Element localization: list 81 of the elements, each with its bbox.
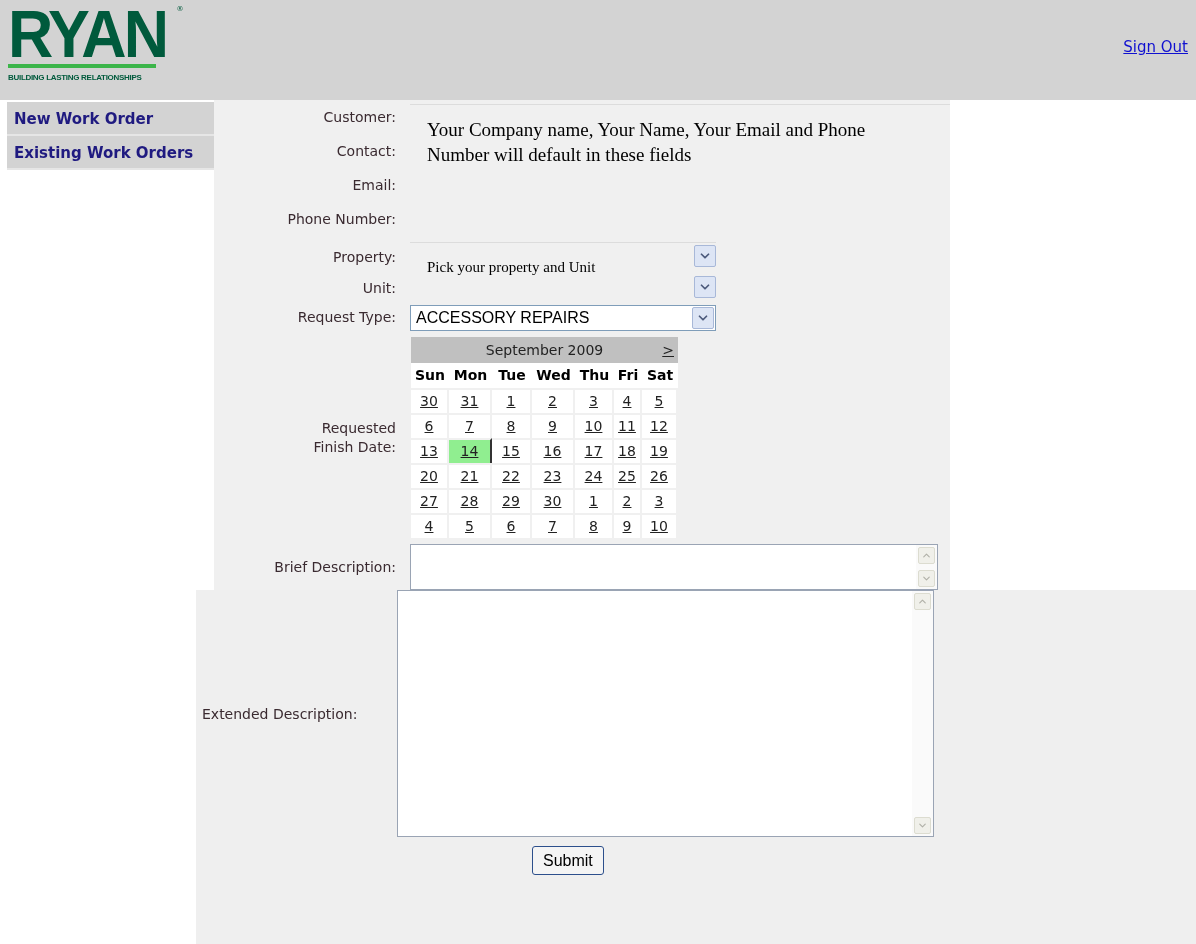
calendar-day[interactable]: 24 (575, 463, 614, 488)
calendar-day[interactable]: 1 (492, 388, 532, 413)
calendar-day[interactable]: 10 (642, 513, 678, 538)
calendar-day[interactable]: 7 (449, 413, 492, 438)
calendar-day[interactable]: 27 (411, 488, 449, 513)
info-note: Your Company name, Your Name, Your Email and Phone Number will default in these fields (427, 118, 867, 167)
brief-description-field[interactable] (410, 544, 938, 590)
field-label: Brief Description: (274, 557, 396, 577)
field-label: Customer: (323, 107, 396, 127)
field-label: Contact: (336, 141, 396, 161)
calendar-day[interactable]: 3 (575, 388, 614, 413)
calendar-day[interactable]: 6 (411, 413, 449, 438)
calendar-day[interactable]: 8 (492, 413, 532, 438)
scroll-down-button[interactable] (914, 817, 931, 834)
extended-description-field[interactable] (397, 590, 934, 837)
calendar-day[interactable]: 4 (411, 513, 449, 538)
calendar-day[interactable]: 11 (614, 413, 642, 438)
calendar-day[interactable]: 30 (532, 488, 575, 513)
field-label: Request Type: (297, 308, 396, 327)
field-label: Unit: (362, 279, 396, 298)
calendar-day[interactable]: 6 (492, 513, 532, 538)
chevron-down-icon (921, 573, 932, 584)
scroll-down-button[interactable] (918, 570, 935, 587)
sign-out-link[interactable]: Sign Out (1123, 36, 1188, 59)
calendar-day[interactable]: 26 (642, 463, 678, 488)
weekday-label: Fri (616, 366, 640, 385)
scroll-up-button[interactable] (914, 593, 931, 610)
logo-wordmark: RYAN (8, 6, 167, 62)
next-month-link[interactable]: > (662, 339, 674, 361)
calendar-day[interactable]: 9 (532, 413, 575, 438)
calendar-day[interactable]: 21 (449, 463, 492, 488)
calendar-day[interactable]: 16 (532, 438, 575, 463)
calendar-day[interactable]: 5 (642, 388, 678, 413)
dropdown-button[interactable] (694, 245, 716, 267)
scroll-up-button[interactable] (918, 547, 935, 564)
submit-button[interactable]: Submit (532, 846, 604, 875)
calendar-day[interactable]: 17 (575, 438, 614, 463)
property-note: Pick your property and Unit (427, 259, 596, 275)
nav-item[interactable]: Existing Work Orders (7, 136, 214, 170)
request-type-select[interactable]: ACCESSORY REPAIRS (410, 304, 716, 331)
calendar-title: September 2009 (485, 340, 604, 360)
calendar-day[interactable]: 4 (614, 388, 642, 413)
nav-item[interactable]: New Work Order (7, 102, 214, 136)
calendar-day[interactable]: 15 (492, 438, 532, 463)
calendar-day[interactable]: 28 (449, 488, 492, 513)
calendar-day[interactable]: 1 (575, 488, 614, 513)
chevron-down-icon (917, 820, 928, 831)
dropdown-button[interactable] (694, 276, 716, 298)
calendar-day[interactable]: 19 (642, 438, 678, 463)
weekday-label: Tue (497, 366, 527, 385)
logo-tagline: BUILDING LASTING RELATIONSHIPS (8, 72, 143, 84)
calendar-day[interactable]: 25 (614, 463, 642, 488)
weekday-label: Sat (645, 366, 675, 385)
calendar-day[interactable]: 18 (614, 438, 642, 463)
calendar-day[interactable]: 13 (411, 438, 449, 463)
calendar-day[interactable]: 7 (532, 513, 575, 538)
calendar-day[interactable]: 10 (575, 413, 614, 438)
dropdown-button[interactable] (692, 306, 714, 329)
calendar-day[interactable]: 9 (614, 513, 642, 538)
calendar-day[interactable]: 20 (411, 463, 449, 488)
field-label: Extended Description: (202, 705, 358, 722)
calendar-day[interactable]: 29 (492, 488, 532, 513)
field-label: Requested Finish Date: (312, 418, 396, 457)
calendar-day[interactable]: 2 (532, 388, 575, 413)
calendar-day[interactable]: 12 (642, 413, 678, 438)
calendar-day[interactable]: 14 (449, 438, 492, 463)
calendar-day[interactable]: 8 (575, 513, 614, 538)
calendar-day[interactable]: 31 (449, 388, 492, 413)
weekday-label: Sun (414, 366, 446, 385)
weekday-label: Thu (578, 366, 611, 385)
weekday-label: Wed (535, 366, 572, 385)
calendar-day[interactable]: 30 (411, 388, 449, 413)
calendar-day[interactable]: 23 (532, 463, 575, 488)
weekday-label: Mon (452, 366, 489, 385)
field-label: Phone Number: (287, 209, 396, 229)
field-label: Email: (352, 175, 396, 195)
calendar-day[interactable]: 3 (642, 488, 678, 513)
calendar-day[interactable]: 22 (492, 463, 532, 488)
calendar-day[interactable]: 5 (449, 513, 492, 538)
field-label: Property: (333, 248, 396, 267)
calendar-day[interactable]: 2 (614, 488, 642, 513)
